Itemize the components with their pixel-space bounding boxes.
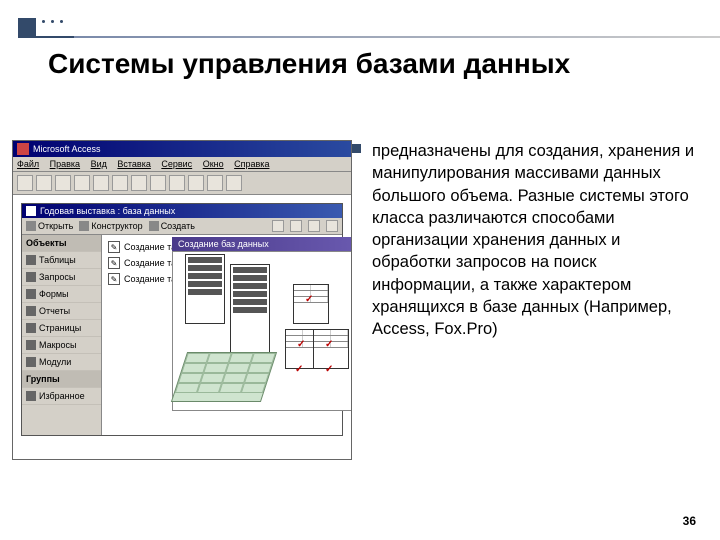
pages-icon <box>26 323 36 333</box>
create-icon <box>149 221 159 231</box>
access-icon <box>17 143 29 155</box>
create-button[interactable]: Создать <box>149 221 195 231</box>
macros-icon <box>26 340 36 350</box>
toolbar <box>13 172 351 195</box>
check-icon: ✓ <box>325 364 333 375</box>
overlay-graphic: ✓ ✓ ✓ ✓ ✓ <box>175 254 352 408</box>
menu-file[interactable]: Файл <box>17 159 39 169</box>
page-number: 36 <box>683 514 696 528</box>
design-icon <box>79 221 89 231</box>
toolbar-button[interactable] <box>93 175 109 191</box>
menu-view[interactable]: Вид <box>91 159 107 169</box>
db-mainarea: ✎Создание та… ✎Создание та… ✎Создание та… <box>102 235 342 435</box>
check-icon: ✓ <box>295 364 303 375</box>
tables-graphic: ✓ ✓ ✓ ✓ ✓ <box>285 284 345 404</box>
check-icon: ✓ <box>305 294 313 305</box>
toolbar-button[interactable] <box>74 175 90 191</box>
menu-edit[interactable]: Правка <box>50 159 80 169</box>
toolbar-button[interactable] <box>112 175 128 191</box>
wizard-icon: ✎ <box>108 273 120 285</box>
tables-icon <box>26 255 36 265</box>
db-toolbar: Открыть Конструктор Создать <box>22 218 342 235</box>
wizard-icon: ✎ <box>108 257 120 269</box>
sidebar-header-objects: Объекты <box>22 235 101 252</box>
sidebar-item-forms[interactable]: Формы <box>22 286 101 303</box>
text-column: предназначены для создания, хранения и м… <box>372 140 696 460</box>
modules-icon <box>26 357 36 367</box>
overlay-title: Создание баз данных <box>172 237 352 251</box>
db-window-title: Годовая выставка : база данных <box>40 206 175 216</box>
overlay-body: ✓ ✓ ✓ ✓ ✓ <box>172 251 352 411</box>
sidebar-item-modules[interactable]: Модули <box>22 354 101 371</box>
top-divider <box>18 36 720 38</box>
sidebar-item-tables[interactable]: Таблицы <box>22 252 101 269</box>
toolbar-button[interactable] <box>55 175 71 191</box>
spreadsheet-icon <box>171 352 277 402</box>
favorites-icon <box>26 391 36 401</box>
menu-help[interactable]: Справка <box>234 159 269 169</box>
db-body: Объекты Таблицы Запросы Формы Отчеты Стр… <box>22 235 342 435</box>
menu-service[interactable]: Сервис <box>161 159 192 169</box>
open-icon <box>26 221 36 231</box>
db-sidebar: Объекты Таблицы Запросы Формы Отчеты Стр… <box>22 235 102 435</box>
reports-icon <box>26 306 36 316</box>
wizard-icon: ✎ <box>108 241 120 253</box>
queries-icon <box>26 272 36 282</box>
design-button[interactable]: Конструктор <box>79 221 142 231</box>
forms-icon <box>26 289 36 299</box>
menubar: Файл Правка Вид Вставка Сервис Окно Спра… <box>13 157 351 172</box>
sidebar-item-queries[interactable]: Запросы <box>22 269 101 286</box>
toolbar-button[interactable] <box>17 175 33 191</box>
db-window: Годовая выставка : база данных Открыть К… <box>21 203 343 436</box>
toolbar-button[interactable] <box>308 220 320 232</box>
open-button[interactable]: Открыть <box>26 221 73 231</box>
toolbar-button[interactable] <box>36 175 52 191</box>
dots-decoration <box>42 20 63 23</box>
bullet-icon <box>352 144 361 153</box>
overlay-dialog: Создание баз данных <box>172 237 352 411</box>
app-title: Microsoft Access <box>33 144 101 154</box>
toolbar-button[interactable] <box>226 175 242 191</box>
toolbar-button[interactable] <box>150 175 166 191</box>
corner-decoration <box>18 18 36 36</box>
sidebar-header-groups: Группы <box>22 371 101 388</box>
check-icon: ✓ <box>325 339 333 350</box>
db-window-titlebar: Годовая выставка : база данных <box>22 204 342 218</box>
body-text: предназначены для создания, хранения и м… <box>372 140 696 340</box>
toolbar-button[interactable] <box>131 175 147 191</box>
slide-title: Системы управления базами данных <box>48 48 570 80</box>
toolbar-button[interactable] <box>290 220 302 232</box>
toolbar-button[interactable] <box>272 220 284 232</box>
menu-window[interactable]: Окно <box>203 159 224 169</box>
toolbar-button[interactable] <box>169 175 185 191</box>
building-icon <box>230 264 270 354</box>
sidebar-item-pages[interactable]: Страницы <box>22 320 101 337</box>
menu-insert[interactable]: Вставка <box>117 159 150 169</box>
app-titlebar: Microsoft Access <box>13 141 351 157</box>
db-icon <box>26 206 36 216</box>
check-icon: ✓ <box>297 339 305 350</box>
sidebar-item-favorites[interactable]: Избранное <box>22 388 101 405</box>
building-icon <box>185 254 225 324</box>
sidebar-item-macros[interactable]: Макросы <box>22 337 101 354</box>
toolbar-button[interactable] <box>207 175 223 191</box>
access-screenshot: Microsoft Access Файл Правка Вид Вставка… <box>12 140 352 460</box>
toolbar-button[interactable] <box>326 220 338 232</box>
toolbar-button[interactable] <box>188 175 204 191</box>
sidebar-item-reports[interactable]: Отчеты <box>22 303 101 320</box>
